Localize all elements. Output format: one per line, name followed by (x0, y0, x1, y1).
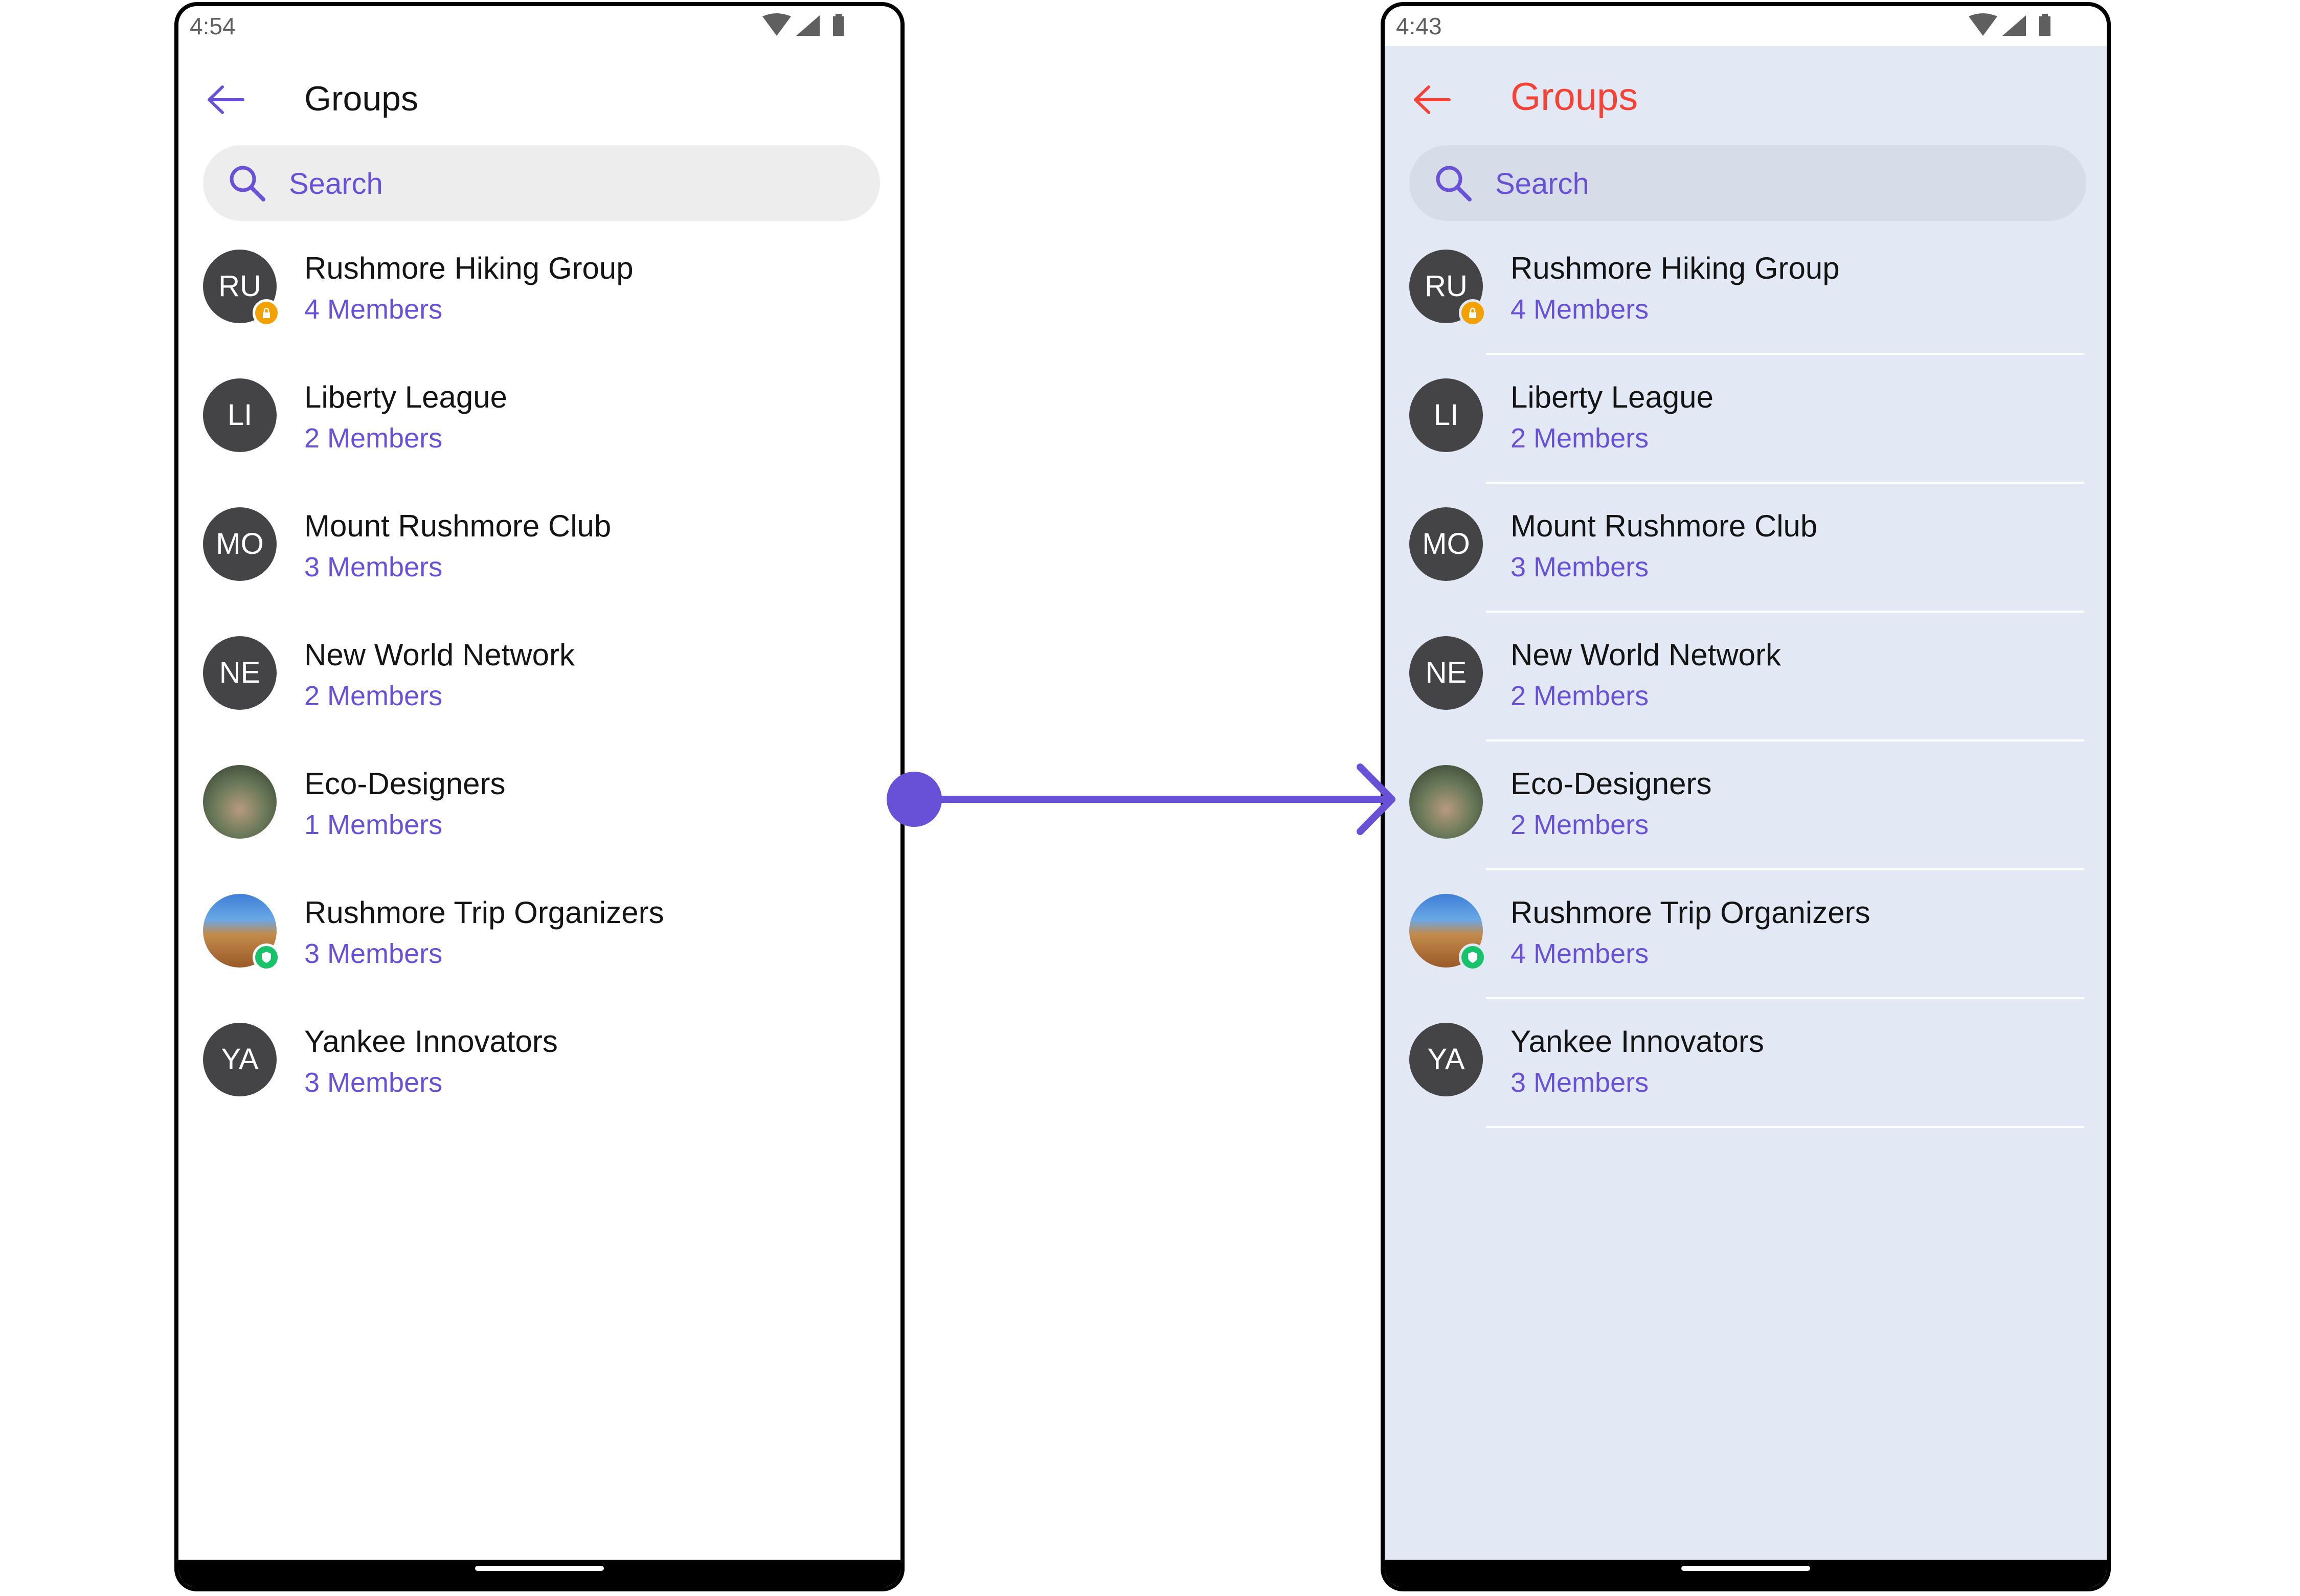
transition-arrow (887, 763, 1395, 835)
